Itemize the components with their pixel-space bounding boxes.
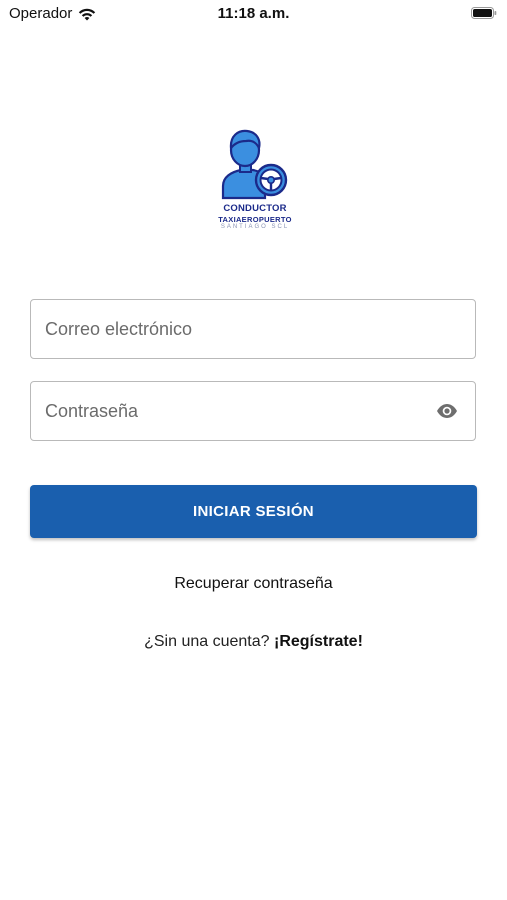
- email-field[interactable]: [45, 300, 425, 358]
- password-field[interactable]: [45, 382, 425, 440]
- status-time: 11:18 a.m.: [217, 5, 290, 22]
- battery-icon: [471, 7, 497, 19]
- app-logo: CONDUCTOR TAXIAEROPUERTO SANTIAGO SCL: [203, 128, 307, 238]
- logo-tagline: SANTIAGO SCL: [220, 224, 290, 230]
- password-field-container: [30, 381, 476, 441]
- logo-title: CONDUCTOR: [223, 203, 287, 214]
- driver-icon: [221, 129, 288, 200]
- signup-link[interactable]: ¡Regístrate!: [274, 633, 363, 650]
- status-bar: Operador 11:18 a.m.: [0, 0, 507, 30]
- signup-prompt: ¿Sin una cuenta?: [144, 633, 270, 650]
- logo-subtitle: TAXIAEROPUERTO: [218, 215, 292, 224]
- show-password-icon[interactable]: [436, 402, 458, 420]
- email-field-container: [30, 299, 476, 359]
- signup-row: ¿Sin una cuenta? ¡Regístrate!: [0, 633, 507, 651]
- recover-password-link[interactable]: Recuperar contraseña: [0, 575, 507, 593]
- login-button[interactable]: INICIAR SESIÓN: [30, 485, 477, 538]
